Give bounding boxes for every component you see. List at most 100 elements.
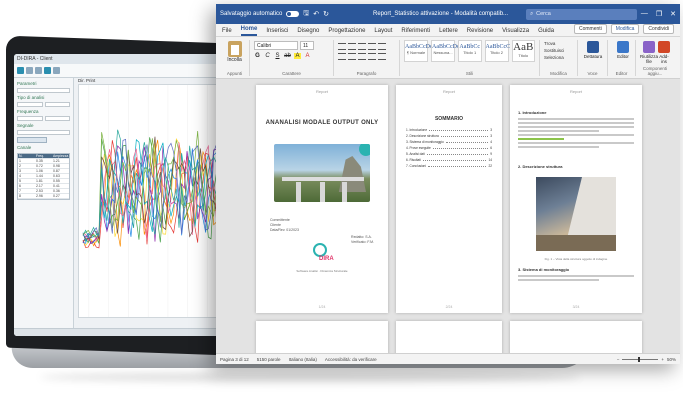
app-open-icon[interactable] <box>17 67 24 74</box>
app-run-icon[interactable] <box>44 67 51 74</box>
autosave-toggle[interactable] <box>286 11 300 17</box>
document-canvas[interactable]: Report ANANALISI MODALE OUTPUT ONLY Comm… <box>216 79 680 353</box>
paste-icon[interactable] <box>227 41 242 57</box>
search-box[interactable]: ⌕ Cerca <box>526 8 637 20</box>
addins-button[interactable]: Add-ins <box>658 40 671 64</box>
font-name-select[interactable]: Calibri <box>254 41 298 50</box>
tab-home[interactable]: Home <box>240 26 258 36</box>
reuse-files-button[interactable]: Riutilizza file <box>640 40 658 64</box>
zoom-slider[interactable] <box>622 356 659 362</box>
tab-help[interactable]: Guida <box>538 28 554 36</box>
share-button[interactable]: Condividi <box>643 24 674 34</box>
app-print-icon[interactable] <box>35 67 42 74</box>
app-field[interactable] <box>17 130 70 135</box>
align-right-icon[interactable] <box>358 53 366 60</box>
font-size-select[interactable]: 11 <box>300 41 314 50</box>
replace-button[interactable]: Sostituisci <box>544 47 573 54</box>
toc-entry-label: 6. Risultati <box>406 158 421 162</box>
style-name: Nessuna... <box>433 50 453 55</box>
bullets-icon[interactable] <box>338 43 346 50</box>
figure-caption: Fig. 1 – Vista della struttura oggetto d… <box>544 257 608 261</box>
app-field[interactable] <box>44 102 70 107</box>
numbering-icon[interactable] <box>348 43 356 50</box>
tab-layout[interactable]: Layout <box>374 28 392 36</box>
tab-review[interactable]: Revisione <box>467 28 493 36</box>
toc-row[interactable]: 4. Prove eseguite 6 <box>406 146 492 150</box>
dictate-button[interactable]: Dettatura <box>582 41 604 59</box>
app-apply-button[interactable] <box>17 137 47 143</box>
indent-icon[interactable] <box>368 43 376 50</box>
word-count[interactable]: 5150 parole <box>257 357 281 362</box>
app-field[interactable] <box>17 102 43 107</box>
app-settings-icon[interactable] <box>53 67 60 74</box>
align-center-icon[interactable] <box>348 53 356 60</box>
toc-row[interactable]: 1. Introduzione 3 <box>406 128 492 132</box>
tab-draw[interactable]: Disegno <box>297 28 319 36</box>
style-title[interactable]: AaB Titolo <box>511 40 535 62</box>
zoom-in-icon[interactable]: + <box>661 357 664 362</box>
table-cell: 0.35 <box>36 159 43 163</box>
style-no-spacing[interactable]: AaBbCcDd Nessuna... <box>431 40 460 62</box>
page-introduction[interactable]: Report 1. Introduzione 2. Descrizione st… <box>510 85 642 313</box>
app-field[interactable] <box>17 88 70 93</box>
sort-icon[interactable] <box>378 43 386 50</box>
redo-icon[interactable]: ↻ <box>323 10 329 18</box>
tab-references[interactable]: Riferimenti <box>401 28 430 36</box>
app-results-table: N. Freq. Ampiezza 1 0.35 1.21 2 0.72 0.98 3 1… <box>17 153 70 200</box>
style-normal[interactable]: AaBbCcDd ¶ Normale <box>404 40 433 62</box>
tab-file[interactable]: File <box>222 28 232 36</box>
style-heading-1[interactable]: AaBbCc Titolo 1 <box>458 40 482 62</box>
minimize-button[interactable]: — <box>641 10 648 18</box>
tab-view[interactable]: Visualizza <box>502 28 529 36</box>
bold-icon[interactable]: G <box>254 53 261 59</box>
toc-row[interactable]: 5. Analisi dati 9 <box>406 152 492 156</box>
language-indicator[interactable]: Italiano (Italia) <box>289 357 317 362</box>
strikethrough-icon[interactable]: ab <box>284 53 291 59</box>
page-5[interactable] <box>396 321 502 353</box>
comments-button[interactable]: Commenti <box>574 24 607 34</box>
app-save-icon[interactable] <box>26 67 33 74</box>
font-color-icon[interactable]: A <box>304 53 311 59</box>
table-cell: 3 <box>19 169 21 173</box>
tab-design[interactable]: Progettazione <box>328 28 365 36</box>
toc-row[interactable]: 3. Sistema di monitoraggio 4 <box>406 140 492 144</box>
autosave-label: Salvataggio automatico <box>220 11 283 17</box>
style-heading-2[interactable]: AaBbCcC Titolo 2 <box>484 40 510 62</box>
find-button[interactable]: Trova <box>544 40 573 47</box>
page-4[interactable] <box>256 321 388 353</box>
highlight-icon[interactable]: A <box>294 53 301 59</box>
editing-mode-button[interactable]: Modifica <box>610 24 640 34</box>
maximize-button[interactable]: ❐ <box>656 10 662 18</box>
document-name[interactable]: Report_Statistico attivazione - Modalità… <box>373 11 508 17</box>
group-styles: AaBbCcDd ¶ Normale AaBbCcDd Nessuna... A… <box>400 40 540 76</box>
page-count[interactable]: Pagina 3 di 12 <box>220 357 249 362</box>
justify-icon[interactable] <box>368 53 376 60</box>
app-field[interactable] <box>17 116 43 121</box>
select-button[interactable]: Seleziona <box>544 54 573 61</box>
app-field-label: Segnale <box>17 123 34 128</box>
zoom-control[interactable]: − + 50% <box>617 356 676 362</box>
tab-insert[interactable]: Inserisci <box>266 28 288 36</box>
close-button[interactable]: ✕ <box>670 10 676 18</box>
toc-row[interactable]: 7. Conclusioni 22 <box>406 164 492 168</box>
accessibility-indicator[interactable]: Accessibilità: da verificare <box>325 357 377 362</box>
underline-icon[interactable]: S <box>274 53 281 59</box>
toc-row[interactable]: 6. Risultati 14 <box>406 158 492 162</box>
zoom-out-icon[interactable]: − <box>617 357 620 362</box>
table-row[interactable]: 8 2.96 0.27 <box>18 194 69 199</box>
undo-icon[interactable]: ↶ <box>313 10 319 18</box>
page-toc[interactable]: Report SOMMARIO 1. Introduzione 3 2. Descr… <box>396 85 502 313</box>
align-left-icon[interactable] <box>338 53 346 60</box>
toc-row[interactable]: 2. Descrizione struttura 3 <box>406 134 492 138</box>
page-6[interactable] <box>510 321 642 353</box>
save-icon[interactable]: 🖫 <box>303 9 309 20</box>
page-cover[interactable]: Report ANANALISI MODALE OUTPUT ONLY Comm… <box>256 85 388 313</box>
italic-icon[interactable]: C <box>264 53 271 59</box>
multilevel-icon[interactable] <box>358 43 366 50</box>
app-field[interactable] <box>44 116 70 121</box>
editor-button[interactable]: Editor <box>612 41 634 59</box>
dira-logo: DIRA <box>307 243 337 269</box>
zoom-level[interactable]: 50% <box>667 357 676 362</box>
line-spacing-icon[interactable] <box>378 53 386 60</box>
tab-mailings[interactable]: Lettere <box>439 28 458 36</box>
